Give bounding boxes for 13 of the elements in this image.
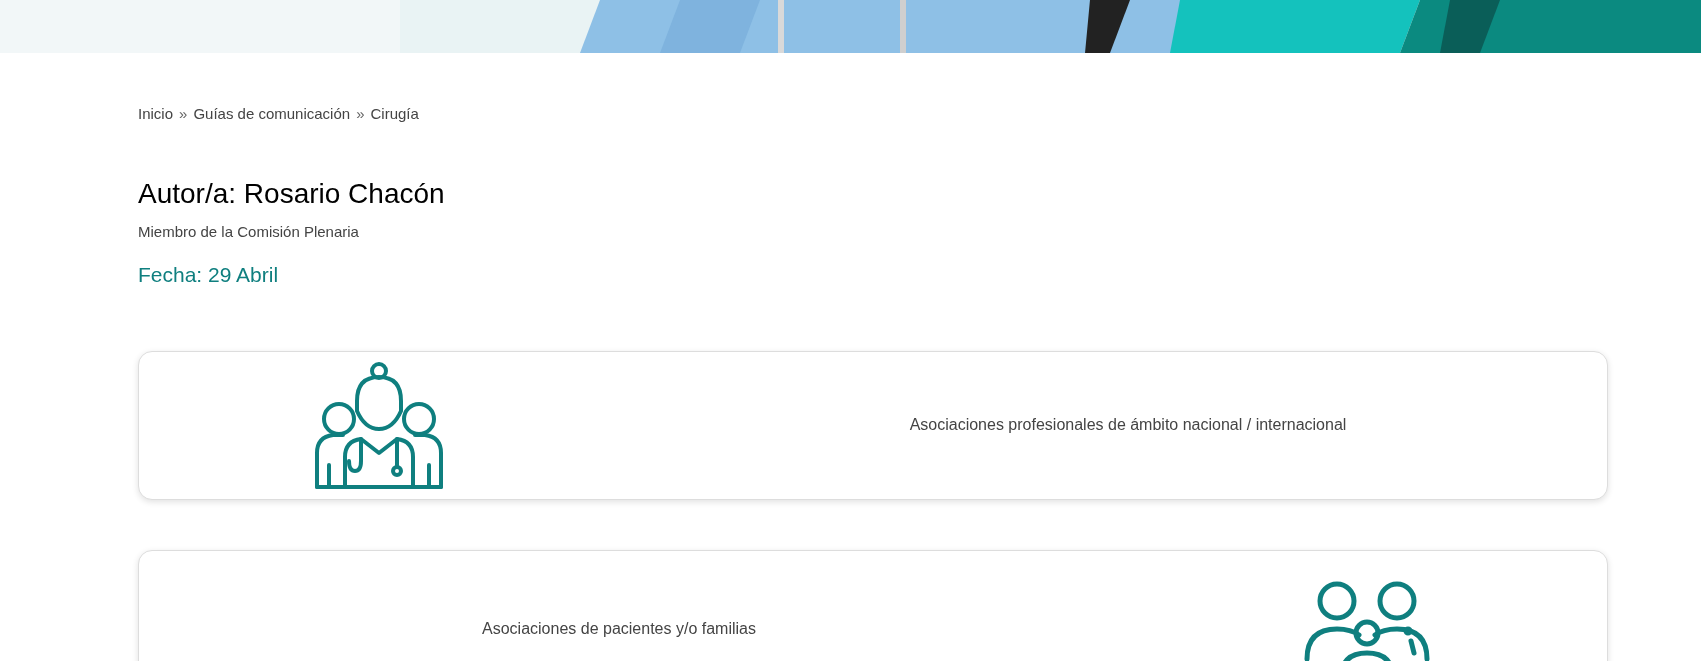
author-role: Miembro de la Comisión Plenaria: [138, 221, 360, 242]
breadcrumb-separator: »: [356, 104, 365, 124]
breadcrumb-separator: »: [179, 104, 188, 124]
breadcrumb-current: Cirugía: [370, 104, 419, 124]
breadcrumb-link[interactable]: Inicio: [138, 103, 174, 126]
medical-team-icon: [315, 361, 443, 489]
author-name: Autor/a: Rosario Chacón: [138, 176, 446, 211]
card-label: Asociaciones profesionales de ámbito nacional / internacional: [909, 415, 1347, 435]
breadcrumb-link[interactable]: Guías de comunicación: [193, 103, 351, 126]
category-card[interactable]: Asociaciones de pacientes y/o familias: [138, 549, 1608, 661]
publication-date: Fecha: 29 Abril: [138, 262, 280, 288]
category-card[interactable]: Asociaciones profesionales de ámbito nacional / internacional: [138, 350, 1608, 500]
card-label: Asociaciones de pacientes y/o familias: [482, 618, 756, 639]
